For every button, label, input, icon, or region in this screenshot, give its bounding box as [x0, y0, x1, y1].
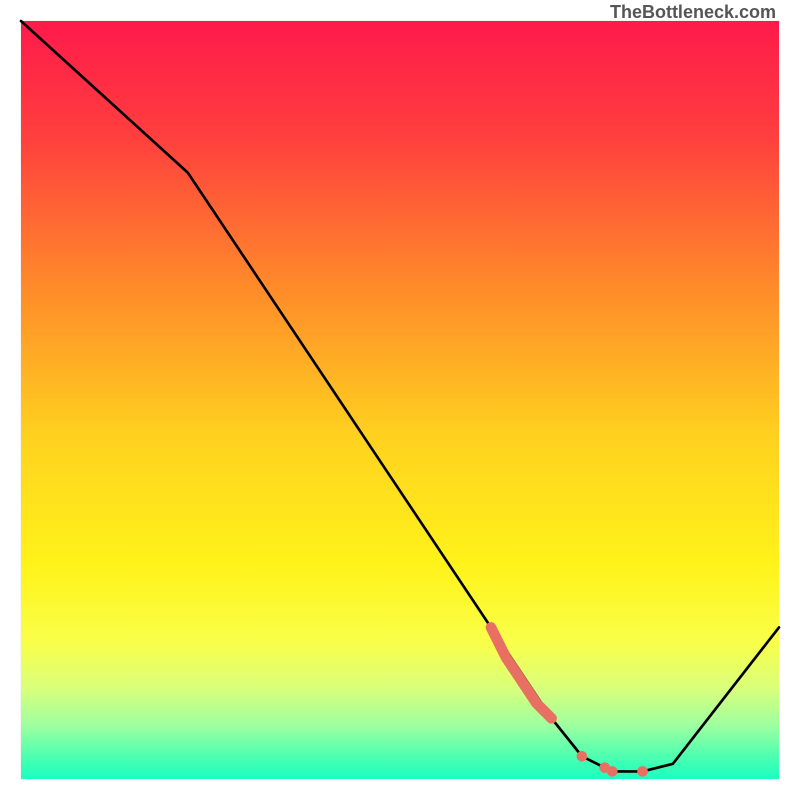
bottleneck-curve — [21, 21, 779, 771]
highlight-points — [577, 751, 648, 777]
chart-container: TheBottleneck.com — [0, 0, 800, 800]
highlight-point — [577, 751, 588, 762]
highlight-point — [637, 766, 648, 777]
watermark-text: TheBottleneck.com — [610, 2, 776, 23]
highlight-segment — [491, 627, 552, 718]
highlight-point — [607, 766, 618, 777]
plot-area — [20, 20, 780, 780]
curve-layer — [21, 21, 779, 779]
